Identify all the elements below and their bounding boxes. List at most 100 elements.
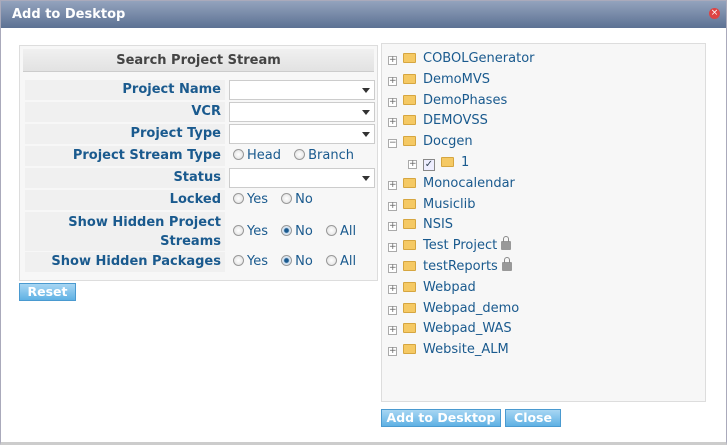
chevron-down-icon — [362, 110, 370, 115]
tree-item-label: DemoMVS — [423, 71, 490, 87]
tree-item-label: COBOLGenerator — [423, 51, 535, 66]
dialog-title: Add to Desktop — [1, 1, 726, 28]
expand-icon[interactable]: + — [388, 284, 397, 294]
tree-item[interactable]: + Webpad_demo — [388, 299, 519, 319]
radio-label: Yes — [247, 254, 268, 269]
tree-item[interactable]: + DemoPhases — [388, 91, 507, 111]
project-name-select[interactable] — [229, 80, 375, 100]
radio-packages-all[interactable]: All — [325, 254, 357, 269]
tree-item[interactable]: + Webpad_WAS — [388, 319, 512, 339]
folder-icon — [403, 73, 416, 84]
close-button[interactable]: Close — [505, 409, 561, 427]
chevron-down-icon — [362, 176, 370, 181]
expand-icon[interactable]: + — [388, 243, 397, 253]
search-header: Search Project Stream — [23, 49, 374, 72]
radio-icon — [281, 225, 293, 236]
radio-locked-yes[interactable]: Yes — [233, 192, 268, 207]
tree-item-label: Docgen — [423, 134, 473, 150]
expand-icon[interactable]: + — [388, 305, 397, 315]
vcr-select[interactable] — [229, 102, 375, 122]
radio-packages-yes[interactable]: Yes — [233, 254, 268, 269]
folder-icon — [403, 344, 416, 355]
tree-item-label: Webpad_demo — [423, 300, 520, 316]
radio-label: Branch — [308, 148, 354, 163]
radio-streams-no[interactable]: No — [281, 224, 313, 239]
tree-item-label: Website_ALM — [423, 342, 509, 358]
tree-item[interactable]: + testReports — [388, 257, 512, 277]
radio-icon — [233, 225, 244, 236]
tree-item[interactable]: + COBOLGenerator — [388, 49, 535, 69]
tree-item[interactable]: + Monocalendar — [388, 174, 515, 194]
expand-icon[interactable]: + — [388, 97, 397, 107]
checkbox[interactable]: ✓ — [423, 159, 435, 171]
radio-icon — [325, 225, 337, 236]
expand-icon[interactable]: + — [388, 118, 397, 128]
expand-icon[interactable]: + — [388, 180, 397, 190]
tree-item-label: Webpad_WAS — [423, 321, 512, 337]
tree-item[interactable]: − Docgen — [388, 132, 473, 152]
tree-item[interactable]: + Musiclib — [388, 195, 475, 215]
expand-icon[interactable]: + — [388, 222, 397, 232]
radio-label: No — [295, 224, 313, 239]
tree-item-label: testReports — [423, 259, 498, 274]
radio-streams-all[interactable]: All — [325, 224, 357, 239]
tree-item[interactable]: + Webpad — [388, 278, 476, 298]
locked-label: Locked — [25, 190, 225, 210]
radio-branch[interactable]: Branch — [294, 148, 354, 163]
collapse-icon[interactable]: − — [388, 139, 397, 149]
tree-item[interactable]: + DEMOVSS — [388, 111, 488, 131]
radio-icon — [294, 149, 306, 160]
expand-icon[interactable]: + — [388, 326, 397, 336]
status-select[interactable] — [229, 168, 375, 188]
expand-icon[interactable]: + — [388, 76, 397, 86]
project-name-label: Project Name — [25, 80, 225, 100]
radio-label: Head — [247, 148, 281, 163]
project-type-select[interactable] — [229, 124, 375, 144]
tree-item-label: DEMOVSS — [423, 113, 488, 129]
close-icon[interactable]: × — [709, 8, 720, 19]
expand-icon[interactable]: + — [388, 201, 397, 211]
tree-item-label: Monocalendar — [423, 175, 515, 191]
radio-icon — [281, 193, 293, 204]
label-line: Streams — [160, 234, 221, 249]
status-label: Status — [25, 168, 225, 188]
radio-streams-yes[interactable]: Yes — [233, 224, 268, 239]
expand-icon[interactable]: + — [388, 264, 397, 273]
stream-type-label: Project Stream Type — [25, 146, 225, 166]
folder-icon — [441, 157, 454, 167]
tree-item-label: Webpad — [423, 279, 476, 295]
radio-packages-no[interactable]: No — [281, 254, 313, 269]
tree-item[interactable]: + Test Project — [388, 236, 512, 256]
radio-icon — [325, 255, 337, 266]
radio-icon — [281, 255, 293, 266]
radio-icon — [233, 193, 244, 204]
folder-icon — [403, 115, 416, 126]
lock-icon — [501, 236, 512, 251]
radio-icon — [233, 255, 244, 266]
folder-icon — [403, 240, 416, 251]
expand-icon[interactable]: + — [408, 160, 417, 169]
expand-icon[interactable]: + — [388, 347, 397, 357]
tree-item[interactable]: + DemoMVS — [388, 70, 490, 90]
add-to-desktop-button[interactable]: Add to Desktop — [381, 409, 501, 427]
tree-item[interactable]: + Website_ALM — [388, 340, 509, 360]
tree-item[interactable]: + NSIS — [388, 215, 453, 235]
folder-icon — [403, 219, 416, 230]
radio-label: All — [339, 254, 357, 269]
tree-item-label: 1 — [461, 155, 470, 170]
radio-label: All — [339, 224, 357, 239]
tree-item-label: Test Project — [423, 238, 498, 254]
expand-icon[interactable]: + — [388, 56, 397, 65]
radio-head[interactable]: Head — [233, 148, 281, 163]
chevron-down-icon — [362, 88, 370, 93]
folder-icon — [403, 198, 416, 209]
radio-label: No — [295, 254, 313, 269]
folder-icon — [403, 177, 416, 188]
radio-label: Yes — [247, 192, 268, 207]
radio-locked-no[interactable]: No — [281, 192, 313, 207]
tree-item[interactable]: + ✓ 1 — [408, 153, 469, 173]
reset-button[interactable]: Reset — [19, 283, 76, 301]
search-panel: Search Project Stream Project Name VCR P… — [19, 45, 378, 281]
label-line: Show Hidden Project — [68, 215, 221, 230]
radio-label: Yes — [247, 224, 268, 239]
